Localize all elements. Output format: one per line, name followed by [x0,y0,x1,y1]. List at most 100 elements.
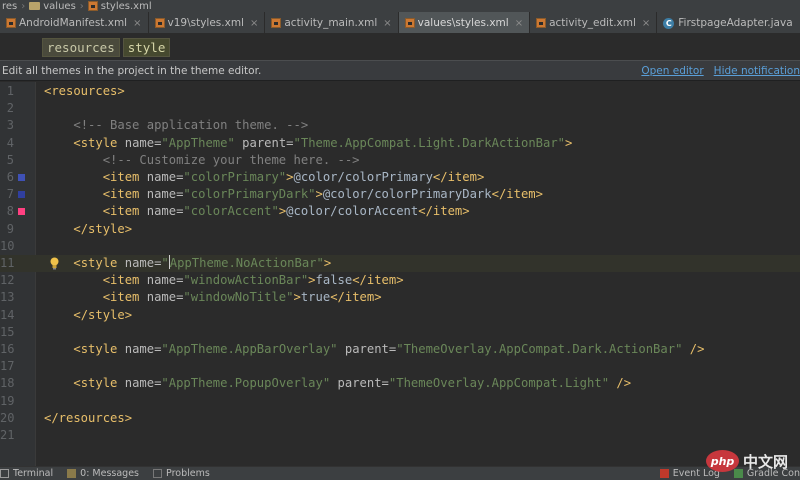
breadcrumb: res › values › styles.xml [0,0,800,12]
code-editor[interactable]: 1 <resources> 2 3 <!-- Base application the… [0,82,800,466]
breadcrumb-item-res[interactable]: res [2,1,17,12]
tab-label: values\styles.xml [417,17,509,29]
tab-activity-edit-xml[interactable]: activity_edit.xml × [530,12,658,33]
code-line[interactable]: 17 [0,358,800,375]
terminal-label: Terminal [13,468,54,479]
code-line[interactable]: 7 <item name="colorPrimaryDark">@color/c… [0,186,800,203]
code-line[interactable]: 21 [0,427,800,444]
tab-label: FirstpageAdapter.java [678,17,793,29]
messages-icon [67,469,77,478]
hide-notification-link[interactable]: Hide notification [714,65,800,77]
open-editor-link[interactable]: Open editor [641,65,703,77]
line-number: 4 [6,135,14,150]
code-line[interactable]: 9 </style> [0,221,800,238]
line-number: 7 [6,187,14,202]
tab-androidmanifest-xml[interactable]: AndroidManifest.xml × [0,12,149,33]
code-line[interactable]: 11 <style name="AppTheme.NoActionBar"> [0,255,800,273]
line-number: 9 [6,221,14,236]
xml-tag-path: resources style [0,35,800,60]
tab-v19-styles-xml[interactable]: v19\styles.xml × [149,12,266,33]
breadcrumb-item-values[interactable]: values [43,1,76,12]
terminal-tool-button[interactable]: Terminal [0,468,53,479]
code-text: <item name="windowActionBar">false</item… [102,273,404,288]
theme-editor-notification: Edit all themes in the project in the th… [0,60,800,81]
problems-tool-button[interactable]: Problems [153,468,210,479]
code-text: <item name="windowNoTitle">true</item> [102,290,382,305]
watermark-text: 中文网 [743,452,789,471]
line-number: 11 [0,256,15,270]
xml-file-icon [87,1,98,11]
problems-label: Problems [166,468,210,479]
close-icon[interactable]: × [515,18,523,29]
breadcrumb-separator: › [21,0,26,12]
problems-icon [153,469,163,478]
code-text: </style> [73,307,133,322]
status-bar: Terminal 0: Messages Problems Event Log … [0,466,800,480]
line-number: 14 [0,307,15,322]
xml-file-icon [6,18,16,28]
code-line[interactable]: 20 </resources> [0,410,800,427]
code-text: <style name="AppTheme.AppBarOverlay" par… [73,342,705,356]
php-logo: php [706,450,739,472]
color-swatch-icon[interactable] [18,208,25,216]
line-number: 16 [0,342,15,356]
close-icon[interactable]: × [250,18,258,29]
color-swatch-icon[interactable] [18,191,25,199]
tab-firstpageadapter-java[interactable]: CFirstpageAdapter.java× [657,12,800,33]
code-text: <style name="AppTheme.NoActionBar"> [73,255,332,270]
breadcrumb-separator: › [79,0,84,12]
line-number: 18 [0,376,15,391]
code-text: <item name="colorAccent">@color/colorAcc… [102,204,470,219]
close-icon[interactable]: × [383,18,391,29]
line-number: 20 [0,410,15,425]
tag-path-style[interactable]: style [122,38,171,57]
tab-activity-main-xml[interactable]: activity_main.xml × [265,12,399,33]
line-number: 6 [6,170,14,184]
tag-path-resources[interactable]: resources [42,38,120,57]
code-text: <style name="AppTheme" parent="Theme.App… [73,135,573,150]
code-text: <!-- Customize your theme here. --> [102,152,360,167]
code-line[interactable]: 18 <style name="AppTheme.PopupOverlay" p… [0,375,800,392]
terminal-icon [0,469,9,478]
editor-tabs: AndroidManifest.xml × v19\styles.xml × activ… [0,12,800,34]
tab-values-styles-xml[interactable]: values\styles.xml × [398,12,531,33]
code-line[interactable]: 13 <item name="windowNoTitle">true</item… [0,289,800,306]
code-text: <resources> [44,84,125,98]
line-number: 2 [6,101,14,116]
breadcrumb-item-styles[interactable]: styles.xml [101,1,152,12]
messages-tool-button[interactable]: 0: Messages [67,468,139,479]
line-number: 13 [0,290,15,305]
code-line[interactable]: 2 [0,100,800,117]
close-icon[interactable]: × [133,18,141,29]
line-number: 5 [6,152,14,167]
code-line[interactable]: 3 <!-- Base application theme. --> [0,117,800,134]
code-line[interactable]: 5 <!-- Customize your theme here. --> [0,152,800,169]
code-line[interactable]: 10 [0,238,800,255]
color-swatch-icon[interactable] [18,174,25,181]
line-number: 8 [6,204,14,219]
code-line[interactable]: 1 <resources> [0,83,800,100]
code-line[interactable]: 16 <style name="AppTheme.AppBarOverlay" … [0,341,800,358]
java-class-icon: C [663,17,675,29]
code-line[interactable]: 12 <item name="windowActionBar">false</i… [0,272,800,289]
xml-file-icon [404,18,415,28]
code-line[interactable]: 8 <item name="colorAccent">@color/colorA… [0,203,800,220]
tab-label: activity_edit.xml [549,17,636,29]
close-icon[interactable]: × [642,18,650,29]
code-line[interactable]: 4 <style name="AppTheme" parent="Theme.A… [0,135,800,152]
line-number: 1 [6,84,14,98]
code-text: <item name="colorPrimaryDark">@color/col… [102,187,543,202]
tab-label: AndroidManifest.xml [19,17,128,29]
php-cn-watermark: php 中文网 [706,446,800,476]
code-line[interactable]: 14 </style> [0,307,800,324]
line-number: 3 [6,118,14,133]
code-text: </style> [73,221,133,236]
code-text: <style name="AppTheme.PopupOverlay" pare… [73,376,632,391]
code-line[interactable]: 15 [0,324,800,341]
code-line[interactable]: 19 [0,393,800,410]
xml-file-icon [154,18,165,28]
code-line[interactable]: 6 <item name="colorPrimary">@color/color… [0,169,800,186]
notification-message: Edit all themes in the project in the th… [2,64,262,77]
line-number: 10 [0,238,15,253]
line-number: 21 [0,428,15,442]
